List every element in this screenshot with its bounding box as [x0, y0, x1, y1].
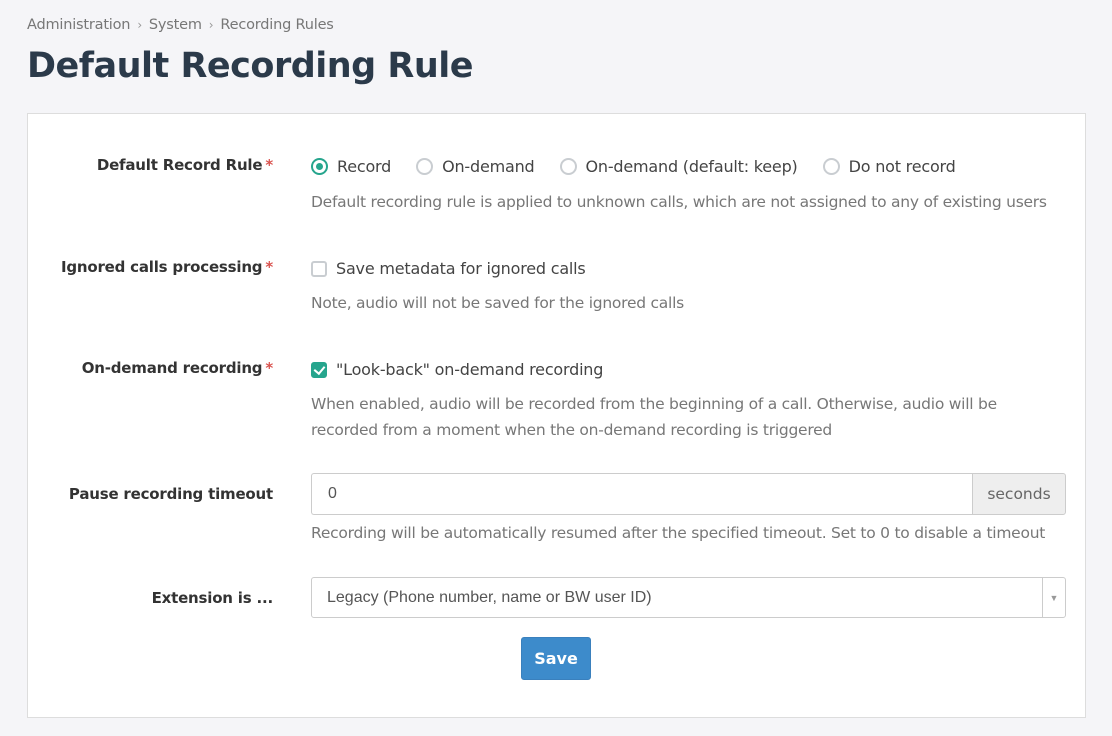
save-button[interactable]: Save [521, 637, 591, 680]
label-text: Ignored calls processing [60, 258, 263, 276]
checkbox-label: Save metadata for ignored calls [336, 259, 586, 278]
label-text: Default Record Rule [96, 156, 263, 174]
dropdown-arrow-icon[interactable]: ▼ [1042, 578, 1065, 617]
radio-unchecked-icon[interactable] [416, 158, 434, 175]
radio-label: On-demand [442, 157, 535, 176]
breadcrumb-administration[interactable]: Administration [27, 17, 131, 33]
pause-timeout-input[interactable] [311, 473, 972, 515]
breadcrumb-system[interactable]: System [149, 17, 202, 33]
breadcrumb: Administration › System › Recording Rule… [27, 17, 334, 33]
radio-unchecked-icon[interactable] [559, 158, 577, 175]
breadcrumb-recording-rules[interactable]: Recording Rules [220, 17, 333, 33]
pause-timeout-help: Recording will be automatically resumed … [311, 524, 1046, 542]
radio-label: Do not record [848, 157, 956, 176]
extension-select[interactable]: Legacy (Phone number, name or BW user ID… [311, 577, 1066, 618]
radio-on-demand-keep[interactable]: On-demand (default: keep) [559, 157, 798, 176]
pause-timeout-input-group: seconds [311, 473, 1066, 515]
default-record-rule-radio-group: Record On-demand On-demand (default: kee… [311, 157, 981, 176]
checkbox-label: "Look-back" on-demand recording [336, 360, 604, 379]
on-demand-help: When enabled, audio will be recorded fro… [311, 391, 997, 443]
radio-label: Record [337, 157, 392, 176]
chevron-right-icon: › [208, 18, 214, 32]
checkbox-unchecked-icon[interactable] [311, 260, 327, 277]
default-record-rule-label: Default Record Rule * [13, 156, 273, 174]
help-line: recorded from a moment when the on-deman… [311, 421, 832, 439]
radio-record[interactable]: Record [311, 157, 391, 176]
radio-unchecked-icon[interactable] [822, 158, 840, 175]
required-marker: * [265, 258, 273, 276]
settings-form-card: Default Record Rule * Record On-demand On… [27, 113, 1086, 718]
save-metadata-checkbox[interactable]: Save metadata for ignored calls [311, 259, 586, 278]
required-marker: * [265, 359, 273, 377]
required-marker: * [265, 156, 273, 174]
ignored-calls-help: Note, audio will not be saved for the ig… [311, 294, 684, 312]
default-record-rule-help: Default recording rule is applied to unk… [311, 193, 1047, 211]
extension-label: Extension is ... [151, 589, 274, 607]
label-text: On-demand recording [81, 359, 263, 377]
checkbox-checked-icon[interactable] [311, 361, 327, 378]
ignored-calls-label: Ignored calls processing * [13, 258, 273, 276]
help-line: When enabled, audio will be recorded fro… [311, 395, 997, 413]
extension-selected-value: Legacy (Phone number, name or BW user ID… [327, 588, 652, 606]
radio-label: On-demand (default: keep) [585, 157, 798, 176]
radio-checked-icon[interactable] [311, 158, 328, 175]
pause-timeout-label: Pause recording timeout [68, 485, 273, 503]
page-title: Default Recording Rule [27, 46, 474, 86]
on-demand-recording-label: On-demand recording * [13, 359, 273, 377]
look-back-checkbox[interactable]: "Look-back" on-demand recording [311, 360, 603, 379]
chevron-right-icon: › [137, 18, 142, 32]
seconds-addon: seconds [972, 473, 1066, 515]
radio-on-demand[interactable]: On-demand [416, 157, 535, 176]
radio-do-not-record[interactable]: Do not record [822, 157, 956, 176]
